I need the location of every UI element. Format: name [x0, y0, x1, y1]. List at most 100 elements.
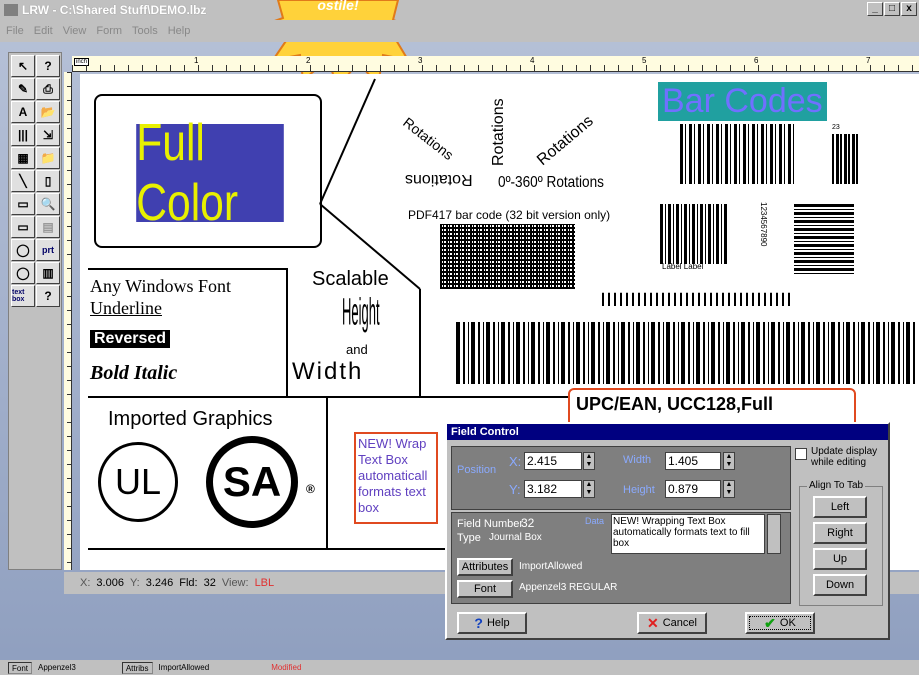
- rotation-text[interactable]: Rotations: [534, 113, 597, 170]
- pdf417-barcode[interactable]: [440, 224, 575, 289]
- underline-text[interactable]: Underline: [90, 298, 162, 319]
- csa-logo[interactable]: SA: [206, 436, 298, 528]
- page-tool-icon[interactable]: ▯: [36, 170, 60, 192]
- barcode-vertical-number: 1234567890: [759, 202, 768, 247]
- y-spinner[interactable]: ▲ ▼: [583, 480, 595, 498]
- rotation-text[interactable]: Rotations: [405, 170, 473, 188]
- edit-tool-icon[interactable]: ✎: [11, 78, 35, 100]
- height-input[interactable]: 0.879: [665, 480, 721, 498]
- pointer-tool-icon[interactable]: ↖: [11, 55, 35, 77]
- image-tool-icon[interactable]: ▦: [11, 147, 35, 169]
- reversed-text[interactable]: Reversed: [90, 330, 171, 348]
- rotation-range-text[interactable]: 0º-360º Rotations: [498, 174, 604, 192]
- help-button[interactable]: ? Help: [457, 612, 527, 634]
- align-left-button[interactable]: Left: [813, 496, 867, 518]
- and-text[interactable]: and: [346, 342, 368, 357]
- height-text[interactable]: Height: [342, 292, 380, 336]
- data-scrollbar[interactable]: [767, 514, 781, 554]
- width-spinner[interactable]: ▲ ▼: [723, 452, 735, 470]
- height-spinner[interactable]: ▲ ▼: [723, 480, 735, 498]
- pdf417-label[interactable]: PDF417 bar code (32 bit version only): [408, 208, 610, 222]
- rectangle-tool-icon[interactable]: ▭: [11, 193, 35, 215]
- circle-tool-icon[interactable]: ◯: [11, 262, 35, 284]
- ok-button[interactable]: ✔ OK: [745, 612, 815, 634]
- cancel-button[interactable]: ✕ Cancel: [637, 612, 707, 634]
- position-label: Position: [457, 464, 497, 476]
- field-control-dialog: Field Control Position X: 2.415 ▲ ▼ Y: 3.…: [445, 422, 890, 640]
- checkmark-icon: ✔: [764, 614, 776, 631]
- rotation-text[interactable]: Rotations: [490, 98, 508, 166]
- update-display-label: Update display while editing: [811, 446, 878, 468]
- maximize-button[interactable]: □: [884, 2, 900, 16]
- status-bar: Font Appenzel3 Attribs ImportAllowed Mod…: [0, 660, 919, 675]
- menu-view[interactable]: View: [63, 25, 87, 37]
- help-tool-icon[interactable]: ?: [36, 55, 60, 77]
- menu-tools[interactable]: Tools: [132, 25, 158, 37]
- bold-italic-text[interactable]: Bold Italic: [90, 362, 177, 385]
- cancel-x-icon: ✕: [647, 614, 659, 631]
- info-tool-icon[interactable]: ?: [36, 285, 60, 307]
- close-button[interactable]: x: [901, 2, 917, 16]
- menu-file[interactable]: File: [6, 25, 24, 37]
- data-label: Data: [585, 516, 605, 526]
- grid-tool-icon[interactable]: ▤: [36, 216, 60, 238]
- width-text[interactable]: Width: [292, 358, 363, 386]
- vertical-ruler: [64, 72, 72, 570]
- width-label: Width: [623, 454, 652, 466]
- align-up-button[interactable]: Up: [813, 548, 867, 570]
- y-input[interactable]: 3.182: [524, 480, 582, 498]
- cancel-label: Cancel: [662, 617, 697, 629]
- barcode-small[interactable]: [832, 134, 860, 184]
- windows-font-text[interactable]: Any Windows Font: [90, 276, 231, 297]
- wrapping-text-box[interactable]: NEW! Wrap Text Box automaticall formats …: [354, 432, 438, 524]
- align-down-button[interactable]: Down: [813, 574, 867, 596]
- font-button[interactable]: Font: [457, 580, 513, 598]
- barcode-label: Label Label: [662, 262, 704, 271]
- separator-line: [88, 548, 468, 550]
- menu-help[interactable]: Help: [168, 25, 191, 37]
- align-right-button[interactable]: Right: [813, 522, 867, 544]
- barcode-ean[interactable]: [680, 124, 795, 184]
- type-value: Journal Box: [489, 532, 542, 543]
- full-color-text[interactable]: Full Color: [136, 114, 284, 232]
- barcodes-title[interactable]: Bar Codes: [658, 82, 827, 121]
- textbox-tool-icon[interactable]: text box: [11, 285, 35, 307]
- zoom-tool-icon[interactable]: 🔍: [36, 193, 60, 215]
- data-textarea[interactable]: NEW! Wrapping Text Box automatically for…: [611, 514, 765, 554]
- imported-graphics-text[interactable]: Imported Graphics: [108, 408, 273, 431]
- view-label: View:: [221, 577, 249, 589]
- barcode-code39[interactable]: [660, 204, 728, 264]
- menu-edit[interactable]: Edit: [34, 25, 53, 37]
- width-input[interactable]: 1.405: [665, 452, 721, 470]
- box-tool-icon[interactable]: ▭: [11, 216, 35, 238]
- print-tool-icon[interactable]: ⎙: [36, 78, 60, 100]
- ruler-tick: 2: [306, 56, 311, 65]
- ul-logo[interactable]: UL: [98, 442, 178, 522]
- question-icon: ?: [474, 615, 483, 631]
- barcode-ucc128[interactable]: [456, 322, 916, 384]
- barcode-vertical[interactable]: [794, 204, 854, 274]
- separator-line: [88, 396, 568, 398]
- folder-tool-icon[interactable]: 📁: [36, 147, 60, 169]
- minimize-button[interactable]: _: [867, 2, 883, 16]
- attributes-button[interactable]: Attributes: [457, 558, 513, 576]
- line-tool-icon[interactable]: ╲: [11, 170, 35, 192]
- position-panel: [451, 446, 791, 510]
- align-tab-label: Align To Tab: [807, 480, 866, 491]
- y-coordinate: 3.246: [145, 577, 174, 589]
- x-input[interactable]: 2.415: [524, 452, 582, 470]
- text-tool-icon[interactable]: A: [11, 101, 35, 123]
- ellipse-tool-icon[interactable]: ◯: [11, 239, 35, 261]
- update-display-checkbox[interactable]: [795, 448, 807, 460]
- table-tool-icon[interactable]: ▥: [36, 262, 60, 284]
- open-folder-icon[interactable]: 📂: [36, 101, 60, 123]
- import-tool-icon[interactable]: ⇲: [36, 124, 60, 146]
- postnet-barcode[interactable]: [602, 292, 792, 306]
- ok-label: OK: [779, 617, 796, 629]
- barcode-tool-icon[interactable]: |||: [11, 124, 35, 146]
- registered-icon: ®: [306, 482, 315, 496]
- menu-form[interactable]: Form: [96, 25, 122, 37]
- prt-tool-icon[interactable]: prt: [36, 239, 60, 261]
- scalable-text[interactable]: Scalable: [312, 268, 389, 291]
- x-spinner[interactable]: ▲ ▼: [583, 452, 595, 470]
